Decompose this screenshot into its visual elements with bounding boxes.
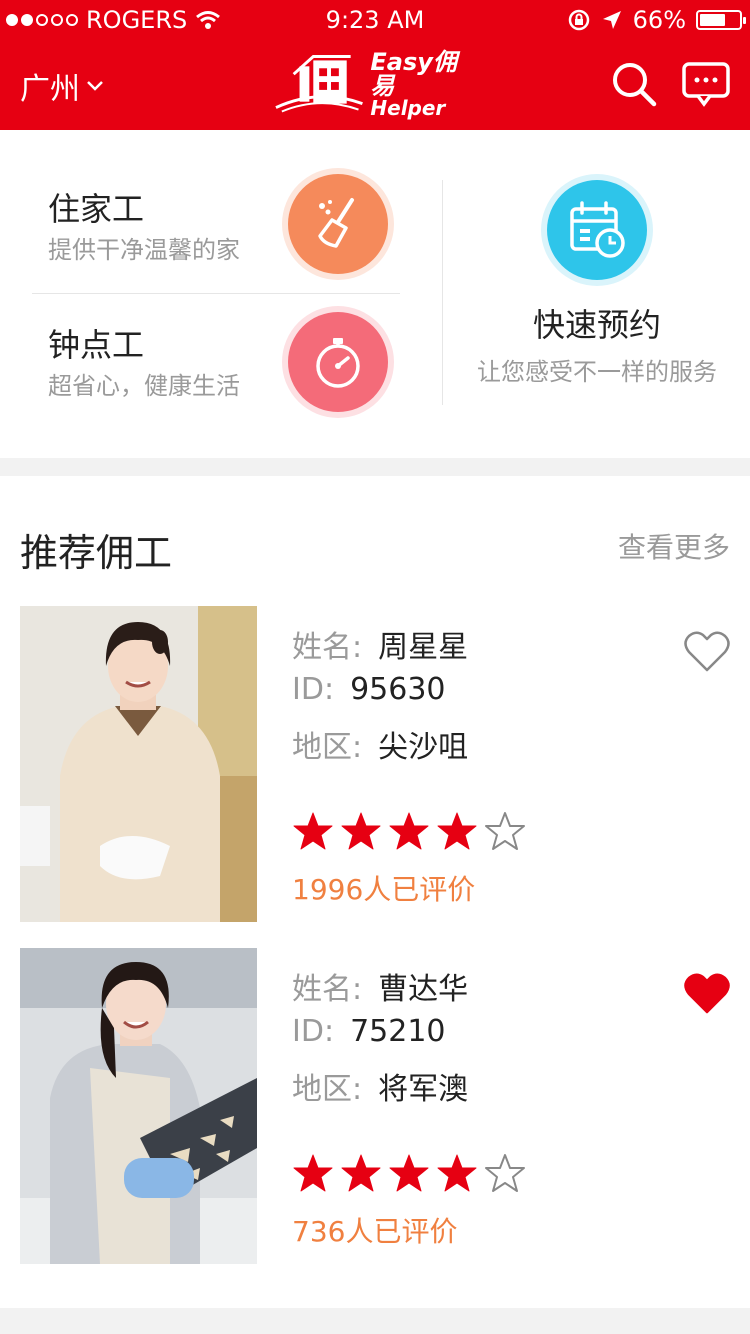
location-arrow-icon <box>602 11 621 29</box>
worker-area: 尖沙咀 <box>378 730 469 765</box>
rating-stars <box>292 810 526 852</box>
section-title: 推荐佣工 <box>20 531 173 575</box>
service-live-in-title: 住家工 <box>48 190 145 228</box>
star-filled-icon <box>341 1154 381 1192</box>
house-logo-icon <box>275 55 363 113</box>
worker-area: 将军澳 <box>378 1072 469 1107</box>
status-bar: ROGERS 9:23 AM 66% <box>0 0 750 40</box>
star-filled-icon <box>293 812 333 850</box>
area-label: 地区: <box>292 730 363 765</box>
service-live-in[interactable]: 住家工 提供干净温馨的家 <box>32 164 400 294</box>
review-count: 736人已评价 <box>292 1215 458 1248</box>
logo-subtitle: Helper <box>370 96 446 120</box>
name-label: 姓名: <box>292 972 363 1007</box>
rating-stars <box>292 1152 526 1194</box>
app-logo: Easy佣易 Helper <box>274 50 479 118</box>
worker-name-line: 姓名: 周星星 <box>292 622 468 666</box>
worker-id-line: ID: 95630 <box>292 672 446 707</box>
favorite-heart-icon[interactable] <box>684 630 730 672</box>
worker-id: 75210 <box>350 1014 446 1049</box>
logo-title: Easy佣易 <box>370 48 457 100</box>
battery-icon <box>696 10 746 30</box>
star-empty-icon <box>485 812 525 850</box>
worker-photo <box>20 948 257 1264</box>
battery-percent: 66% <box>632 6 686 34</box>
service-quick-booking[interactable]: 快速预约 让您感受不一样的服务 <box>444 130 750 458</box>
chevron-down-icon <box>87 81 103 91</box>
worker-card[interactable]: 姓名: 周星星 ID: 95630 地区: 尖沙咀 1996人已评价 <box>0 606 750 922</box>
service-hourly[interactable]: 钟点工 超省心，健康生活 <box>32 300 400 430</box>
service-live-in-subtitle: 提供干净温馨的家 <box>48 236 240 264</box>
star-filled-icon <box>341 812 381 850</box>
worker-id: 95630 <box>350 672 446 707</box>
star-filled-icon <box>389 812 429 850</box>
recommend-section: 推荐佣工 查看更多 姓名: 周星星 ID: 95630 地区: 尖沙咀 1996… <box>0 476 750 1308</box>
nav-bar: 广州 Easy佣易 Helper <box>0 40 750 130</box>
worker-card[interactable]: 姓名: 曹达华 ID: 75210 地区: 将军澳 736人已评价 <box>0 948 750 1264</box>
star-filled-icon <box>437 1154 477 1192</box>
favorite-heart-icon[interactable] <box>684 972 730 1014</box>
service-quick-subtitle: 让您感受不一样的服务 <box>477 358 717 386</box>
calendar-clock-icon <box>547 180 647 280</box>
city-selector[interactable]: 广州 <box>20 64 104 108</box>
worker-id-line: ID: 75210 <box>292 1014 446 1049</box>
service-panel: 住家工 提供干净温馨的家 钟点工 超省心，健康生活 快速预约 让您感受不一样的服… <box>0 130 750 458</box>
message-icon[interactable] <box>682 60 730 108</box>
service-hourly-subtitle: 超省心，健康生活 <box>48 372 240 400</box>
star-empty-icon <box>485 1154 525 1192</box>
service-divider <box>32 293 400 294</box>
rotation-lock-icon <box>568 9 589 31</box>
review-count: 1996人已评价 <box>292 873 476 906</box>
app-header: ROGERS 9:23 AM 66% 广州 Easy佣易 Helper <box>0 0 750 130</box>
star-filled-icon <box>293 1154 333 1192</box>
worker-name-line: 姓名: 曹达华 <box>292 964 468 1008</box>
name-label: 姓名: <box>292 630 363 665</box>
worker-photo <box>20 606 257 922</box>
search-icon[interactable] <box>610 60 658 108</box>
worker-name: 周星星 <box>378 630 469 665</box>
stopwatch-icon <box>288 312 388 412</box>
star-filled-icon <box>437 812 477 850</box>
worker-name: 曹达华 <box>378 972 469 1007</box>
worker-area-line: 地区: 将军澳 <box>292 1064 468 1108</box>
broom-icon <box>288 174 388 274</box>
worker-area-line: 地区: 尖沙咀 <box>292 722 468 766</box>
id-label: ID: <box>292 672 335 707</box>
service-hourly-title: 钟点工 <box>48 326 145 364</box>
view-more-link[interactable]: 查看更多 <box>618 526 730 566</box>
area-label: 地区: <box>292 1072 363 1107</box>
star-filled-icon <box>389 1154 429 1192</box>
service-quick-title: 快速预约 <box>532 306 661 344</box>
city-label: 广州 <box>20 72 80 107</box>
service-divider-vertical <box>442 180 443 405</box>
id-label: ID: <box>292 1014 335 1049</box>
